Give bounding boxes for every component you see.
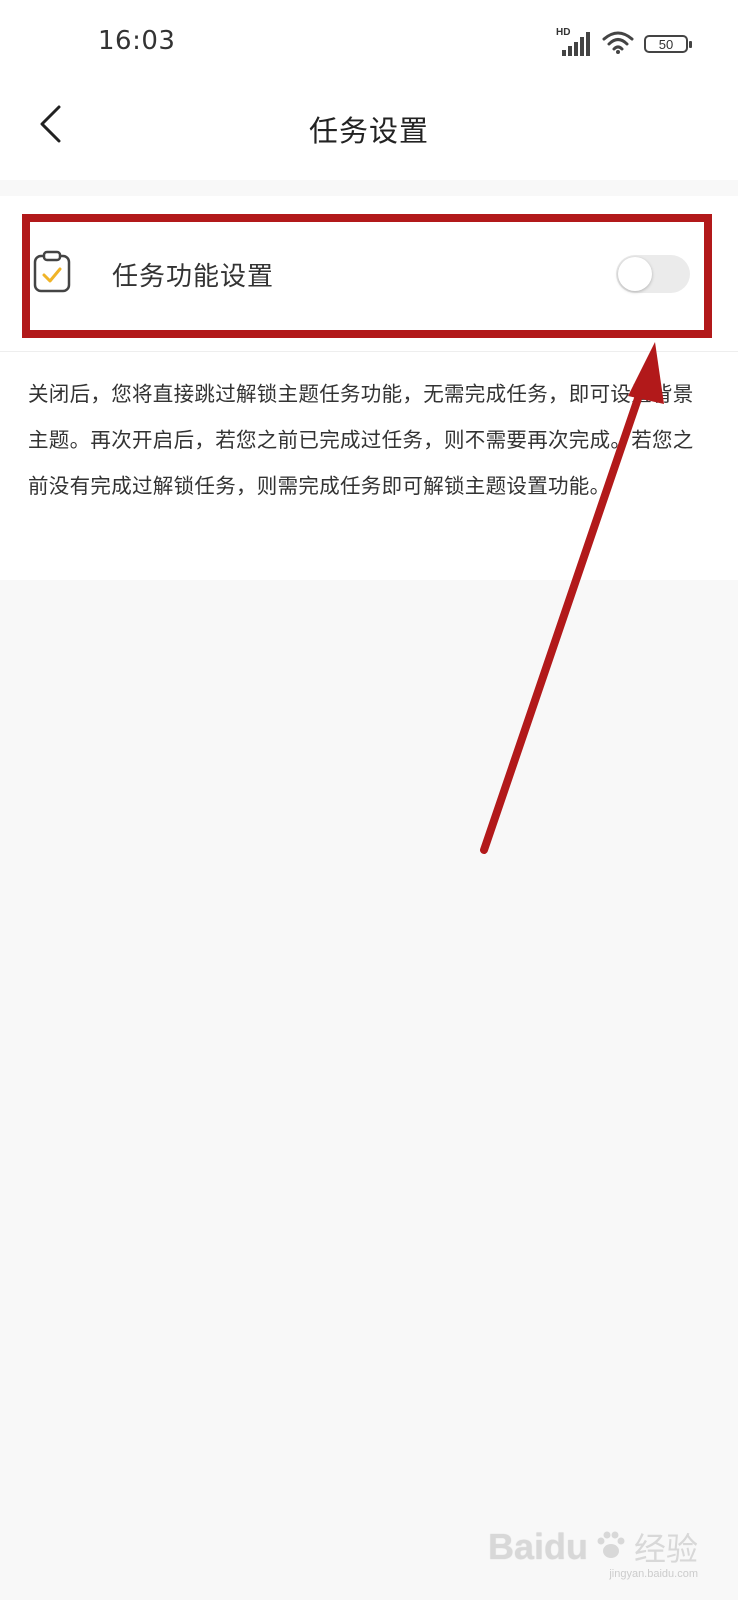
watermark-url: jingyan.baidu.com — [609, 1568, 698, 1580]
setting-card: 任务功能设置 关闭后，您将直接跳过解锁主题任务功能，无需完成任务，即可设置背景主… — [0, 196, 738, 580]
baidu-watermark: Baidu 经验 jingyan.baidu.com — [487, 1524, 698, 1580]
status-icons: HD 50 — [556, 27, 692, 58]
status-time: 16:03 — [98, 26, 176, 56]
battery-icon: 50 — [644, 35, 692, 53]
toggle-knob — [618, 257, 652, 291]
setting-label: 任务功能设置 — [112, 262, 275, 292]
watermark-brand: Baidu — [487, 1526, 588, 1567]
status-bar: 16:03 HD 50 — [0, 0, 738, 88]
signal-icon: HD — [556, 27, 592, 57]
clipboard-check-icon — [32, 250, 72, 294]
task-feature-setting-row: 任务功能设置 — [0, 196, 738, 352]
watermark-cn: 经验 — [633, 1530, 698, 1568]
wifi-icon — [602, 30, 634, 58]
network-label: HD — [556, 27, 571, 38]
setting-description: 关闭后，您将直接跳过解锁主题任务功能，无需完成任务，即可设置背景主题。再次开启后… — [28, 382, 694, 498]
paw-icon — [594, 1528, 628, 1566]
task-feature-toggle[interactable] — [616, 255, 690, 293]
battery-level: 50 — [658, 36, 674, 52]
header: 任务设置 — [0, 88, 738, 180]
page-title: 任务设置 — [308, 114, 429, 148]
